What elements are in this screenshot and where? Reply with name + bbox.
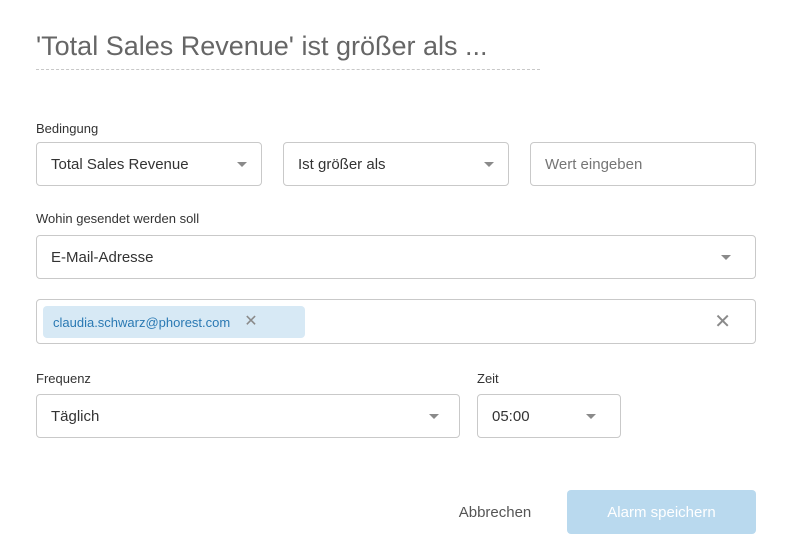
recipient-chip: claudia.schwarz@phorest.com ✕	[43, 306, 305, 338]
operator-select-value: Ist größer als	[298, 155, 386, 173]
chevron-down-icon	[586, 413, 596, 419]
condition-label: Bedingung	[36, 121, 99, 136]
time-label: Zeit	[477, 371, 499, 386]
operator-select[interactable]: Ist größer als	[283, 142, 509, 186]
destination-type-value: E-Mail-Adresse	[51, 248, 154, 266]
chevron-down-icon	[484, 161, 494, 167]
dialog-title: 'Total Sales Revenue' ist größer als ...	[36, 28, 540, 70]
destination-label: Wohin gesendet werden soll	[36, 211, 200, 226]
chevron-down-icon	[429, 413, 439, 419]
clear-icon[interactable]: ✕	[714, 312, 731, 332]
chevron-down-icon	[721, 254, 731, 260]
remove-chip-icon[interactable]: ✕	[244, 314, 257, 330]
save-alert-button[interactable]: Alarm speichern	[567, 490, 756, 534]
time-select-value: 05:00	[492, 407, 530, 425]
frequency-label: Frequenz	[36, 371, 91, 386]
metric-select-value: Total Sales Revenue	[51, 155, 189, 173]
chevron-down-icon	[237, 161, 247, 167]
metric-select[interactable]: Total Sales Revenue	[36, 142, 262, 186]
cancel-button[interactable]: Abbrechen	[440, 490, 550, 534]
frequency-select[interactable]: Täglich	[36, 394, 460, 438]
value-input[interactable]	[530, 142, 756, 186]
time-select[interactable]: 05:00	[477, 394, 621, 438]
frequency-select-value: Täglich	[51, 407, 100, 425]
recipient-chip-label: claudia.schwarz@phorest.com	[53, 314, 231, 330]
destination-type-select[interactable]: E-Mail-Adresse	[36, 235, 756, 279]
